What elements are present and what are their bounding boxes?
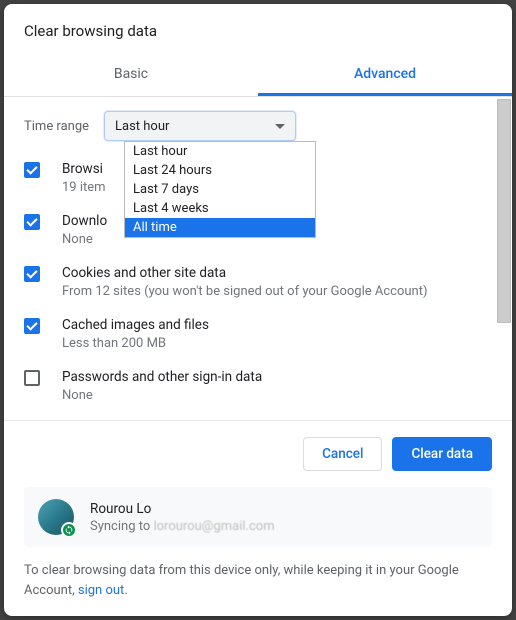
dialog-title: Clear browsing data bbox=[4, 4, 512, 54]
dropdown-option-all-time[interactable]: All time bbox=[125, 218, 315, 237]
option-title: Passwords and other sign-in data bbox=[62, 369, 492, 385]
tab-bar: Basic Advanced bbox=[4, 54, 512, 97]
option-subtitle: None bbox=[62, 388, 492, 403]
time-range-label: Time range bbox=[24, 119, 104, 134]
option-cached[interactable]: Cached images and files Less than 200 MB bbox=[24, 317, 492, 351]
time-range-select[interactable]: Last hour bbox=[104, 111, 296, 141]
sync-icon bbox=[61, 522, 77, 538]
scrollbar-thumb[interactable] bbox=[497, 99, 511, 323]
dropdown-option-last-hour[interactable]: Last hour bbox=[125, 142, 315, 161]
account-email: lorourou@gmail.com bbox=[153, 519, 274, 534]
scroll-area: Time range Last hour Last hour Last 24 h… bbox=[4, 97, 512, 421]
checkbox-browsing-history[interactable] bbox=[24, 162, 40, 178]
option-subtitle: Less than 200 MB bbox=[62, 336, 492, 351]
dropdown-option-last-7-days[interactable]: Last 7 days bbox=[125, 180, 315, 199]
checkbox-passwords[interactable] bbox=[24, 370, 40, 386]
tab-advanced[interactable]: Advanced bbox=[258, 54, 512, 96]
option-title: Cookies and other site data bbox=[62, 265, 492, 281]
dropdown-option-last-4-weeks[interactable]: Last 4 weeks bbox=[125, 199, 315, 218]
time-range-dropdown: Last hour Last 24 hours Last 7 days Last… bbox=[124, 141, 316, 238]
tab-basic[interactable]: Basic bbox=[4, 54, 258, 96]
dropdown-option-last-24-hours[interactable]: Last 24 hours bbox=[125, 161, 315, 180]
option-subtitle: From 12 sites (you won't be signed out o… bbox=[62, 284, 492, 299]
cancel-button[interactable]: Cancel bbox=[303, 437, 382, 471]
dialog-footer: Cancel Clear data bbox=[4, 421, 512, 487]
account-sync-line: Syncing to lorourou@gmail.com bbox=[90, 519, 275, 534]
clear-data-button[interactable]: Clear data bbox=[392, 437, 492, 471]
chevron-down-icon bbox=[275, 124, 285, 129]
time-range-row: Time range Last hour Last hour Last 24 h… bbox=[24, 111, 492, 141]
checkbox-cookies[interactable] bbox=[24, 266, 40, 282]
checkbox-download-history[interactable] bbox=[24, 214, 40, 230]
time-range-value: Last hour bbox=[115, 119, 169, 134]
option-passwords[interactable]: Passwords and other sign-in data None bbox=[24, 369, 492, 403]
option-title: Cached images and files bbox=[62, 317, 492, 333]
clear-browsing-data-dialog: Clear browsing data Basic Advanced Time … bbox=[4, 4, 512, 616]
sign-out-note: To clear browsing data from this device … bbox=[4, 561, 512, 616]
account-card: Rourou Lo Syncing to lorourou@gmail.com bbox=[24, 487, 492, 547]
checkbox-cached[interactable] bbox=[24, 318, 40, 334]
avatar bbox=[38, 499, 74, 535]
option-cookies[interactable]: Cookies and other site data From 12 site… bbox=[24, 265, 492, 299]
account-name: Rourou Lo bbox=[90, 501, 275, 517]
sign-out-link[interactable]: sign out bbox=[78, 583, 124, 598]
